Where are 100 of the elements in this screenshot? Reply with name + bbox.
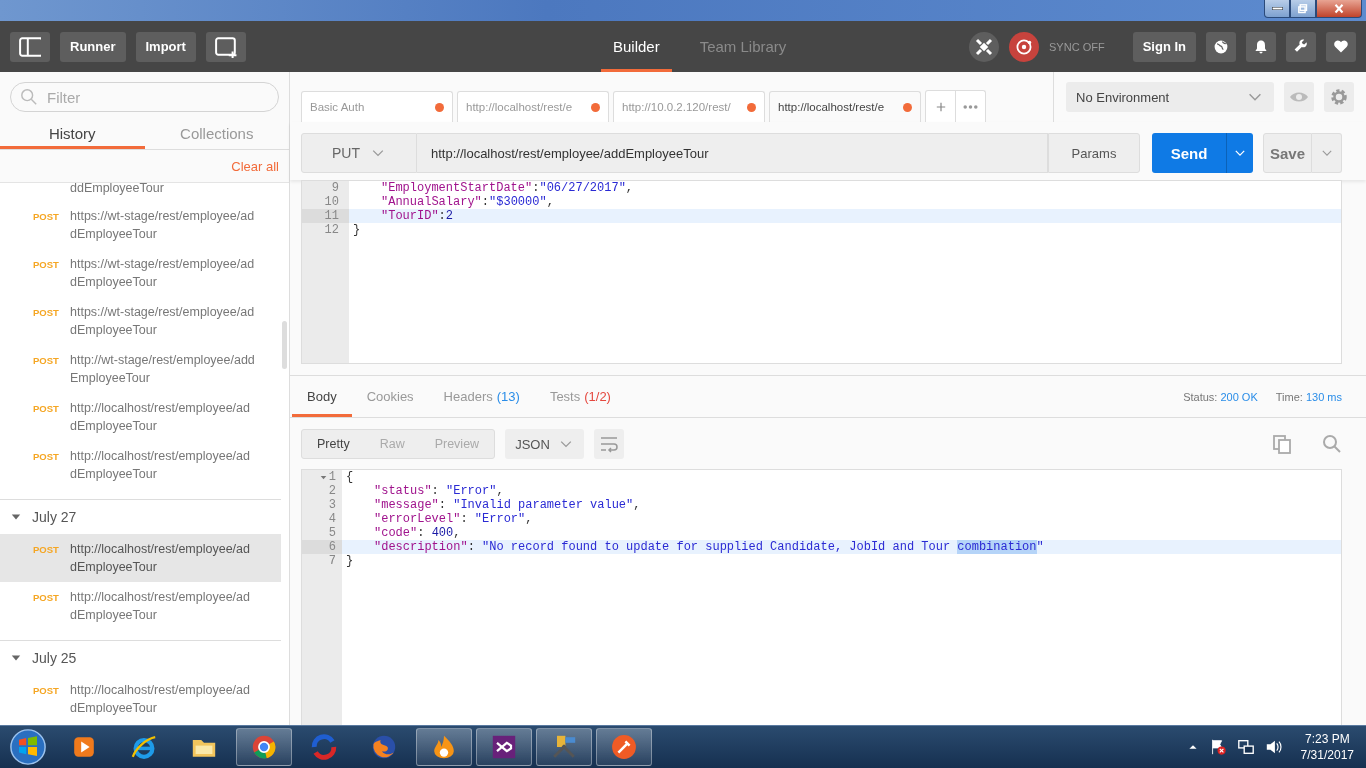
request-tab[interactable]: http://localhost/rest/e bbox=[457, 91, 609, 122]
line-number: 3 bbox=[328, 498, 336, 512]
app-icon bbox=[310, 733, 338, 761]
line-number: 10 bbox=[324, 195, 339, 209]
request-tab[interactable]: Basic Auth bbox=[301, 91, 453, 122]
line-number: 11 bbox=[324, 209, 339, 223]
taskbar-app-button[interactable] bbox=[536, 728, 592, 766]
params-button[interactable]: Params bbox=[1048, 133, 1140, 173]
request-tab[interactable]: http://localhost/rest/e bbox=[769, 91, 921, 122]
unsaved-dot bbox=[903, 102, 912, 112]
code-line: "status": "Error", bbox=[374, 484, 504, 498]
history-item[interactable]: POST http://localhost/rest/employee/addEmployeeTour bbox=[0, 582, 281, 630]
toolbar-button[interactable]: Import bbox=[135, 31, 196, 62]
response-tab[interactable]: Tests (1/2) bbox=[534, 379, 626, 417]
new-window-button[interactable] bbox=[205, 31, 246, 62]
minimize-button[interactable] bbox=[1264, 0, 1290, 18]
history-item[interactable]: POST http://localhost/rest/employee/addEmployeeTour bbox=[0, 675, 281, 723]
toolbar-button[interactable]: Runner bbox=[60, 31, 126, 62]
globe-icon bbox=[1213, 38, 1229, 55]
close-icon bbox=[1332, 1, 1346, 16]
time-label: Time: bbox=[1275, 390, 1303, 403]
code-line: "code": 400, bbox=[374, 526, 461, 540]
line-number: 12 bbox=[324, 223, 339, 237]
taskbar-app-button[interactable] bbox=[236, 728, 292, 766]
save-button[interactable]: Save bbox=[1263, 133, 1312, 173]
history-item[interactable]: POST http://localhost/rest/employee/addEmployeeTour bbox=[0, 441, 281, 489]
view-mode-tab[interactable]: Pretty bbox=[302, 430, 365, 458]
request-url: http://localhost/rest/employee/addEmployeeTour bbox=[70, 448, 251, 483]
request-url: http://localhost/rest/employee/addEmployeeTour bbox=[70, 682, 251, 717]
taskbar-app-button[interactable] bbox=[476, 728, 532, 766]
clear-all-link[interactable]: Clear all bbox=[231, 158, 279, 174]
filter-field[interactable]: Filter bbox=[10, 82, 279, 112]
volume-icon[interactable] bbox=[1264, 738, 1283, 756]
scrollbar-thumb[interactable] bbox=[282, 321, 287, 369]
format-select[interactable]: JSON bbox=[505, 429, 584, 459]
sync-button[interactable] bbox=[1009, 31, 1040, 62]
network-icon[interactable] bbox=[1236, 738, 1255, 756]
method-label: POST bbox=[33, 684, 60, 698]
history-item[interactable]: POST http://wt-stage/rest/employee/addEmployeeTour bbox=[0, 345, 281, 393]
bell-icon bbox=[1253, 38, 1269, 55]
method-label: POST bbox=[33, 258, 60, 272]
sidebar-tab[interactable]: Collections bbox=[144, 120, 289, 149]
history-item[interactable]: POST http://localhost/rest/employee/addEmployeeTour bbox=[0, 393, 281, 441]
sidebar-icon bbox=[19, 35, 41, 58]
fold-caret-icon[interactable] bbox=[319, 473, 327, 481]
window-plus-icon bbox=[214, 35, 237, 58]
taskbar-app-button[interactable] bbox=[416, 728, 472, 766]
history-item[interactable]: POST http://localhost/rest/employee/addEmployeeTour bbox=[0, 534, 281, 582]
request-tab[interactable]: http://10.0.2.120/rest/ bbox=[613, 91, 765, 122]
code-line: "description": "No record found to update for supplied Candidate, JobId and Tour combination" bbox=[374, 540, 1044, 554]
close-button[interactable] bbox=[1316, 0, 1362, 18]
sign-in-button[interactable]: Sign In bbox=[1132, 31, 1196, 62]
line-number: 2 bbox=[328, 484, 336, 498]
minimize-icon bbox=[1271, 7, 1283, 10]
date-group-header[interactable]: July 27 bbox=[32, 509, 77, 525]
notifications-button[interactable] bbox=[1246, 31, 1276, 62]
unsaved-dot bbox=[591, 102, 600, 112]
method-label: POST bbox=[33, 591, 60, 605]
sync-status: SYNC OFF bbox=[1049, 40, 1105, 53]
start-button-icon[interactable] bbox=[10, 729, 46, 765]
status-label: Status: bbox=[1183, 390, 1218, 403]
request-url: http://wt-stage/rest/employee/addEmployeeTour bbox=[70, 352, 256, 387]
history-item[interactable]: POST https://wt-stage/rest/employee/addEmployeeTour bbox=[0, 249, 281, 297]
environment-select[interactable]: No Environment bbox=[1066, 82, 1274, 112]
settings-icon bbox=[1329, 87, 1349, 107]
line-number: 6 bbox=[328, 540, 336, 554]
method-select[interactable]: PUT bbox=[301, 133, 417, 173]
settings-button[interactable] bbox=[1286, 31, 1316, 62]
interceptor-button[interactable] bbox=[969, 31, 1000, 62]
method-label: POST bbox=[33, 210, 60, 224]
send-button[interactable]: Send bbox=[1152, 133, 1226, 173]
url-field[interactable]: http://localhost/rest/employee/addEmployeeTour bbox=[417, 133, 1048, 173]
response-tab[interactable]: Headers (13) bbox=[428, 379, 535, 417]
time-value: 130 ms bbox=[1305, 390, 1342, 403]
response-tab[interactable]: Body bbox=[292, 379, 352, 417]
clock-date: 7/31/2017 bbox=[1300, 747, 1354, 763]
nav-tab[interactable]: Team Library bbox=[687, 24, 799, 72]
app-icon bbox=[250, 733, 278, 761]
method-label: POST bbox=[33, 543, 60, 557]
app-icon bbox=[610, 733, 638, 761]
date-group-header[interactable]: July 25 bbox=[32, 650, 77, 666]
method-label: POST bbox=[33, 450, 60, 464]
heart-icon bbox=[1333, 38, 1349, 55]
history-item[interactable]: POST https://wt-stage/rest/employee/addEmployeeTour bbox=[0, 297, 281, 345]
history-item[interactable]: POST https://wt-stage/rest/employee/addEmployeeTour bbox=[0, 201, 281, 249]
restore-icon bbox=[1296, 1, 1310, 16]
search-icon bbox=[20, 88, 38, 106]
status-value: 200 OK bbox=[1220, 390, 1258, 403]
request-url: https://wt-stage/rest/employee/addEmployeeTour bbox=[70, 304, 256, 339]
request-url: http://localhost/rest/employee/addEmployeeTour bbox=[70, 589, 251, 624]
globe-button[interactable] bbox=[1206, 31, 1236, 62]
code-editor[interactable]: 9 10 11 12 "EmploymentStartDate":"06/27/2017", "AnnualSalary":"$30000", "TourID":2 } bbox=[301, 180, 1342, 364]
maximize-button[interactable] bbox=[1290, 0, 1316, 18]
response-tab[interactable]: Cookies bbox=[351, 379, 429, 417]
sidebar-toggle-button[interactable] bbox=[10, 31, 50, 62]
line-number: 1 bbox=[328, 470, 336, 484]
heart-button[interactable] bbox=[1326, 31, 1356, 62]
app-icon bbox=[130, 733, 158, 761]
code-line: } bbox=[353, 223, 361, 237]
code-line: } bbox=[346, 554, 354, 568]
